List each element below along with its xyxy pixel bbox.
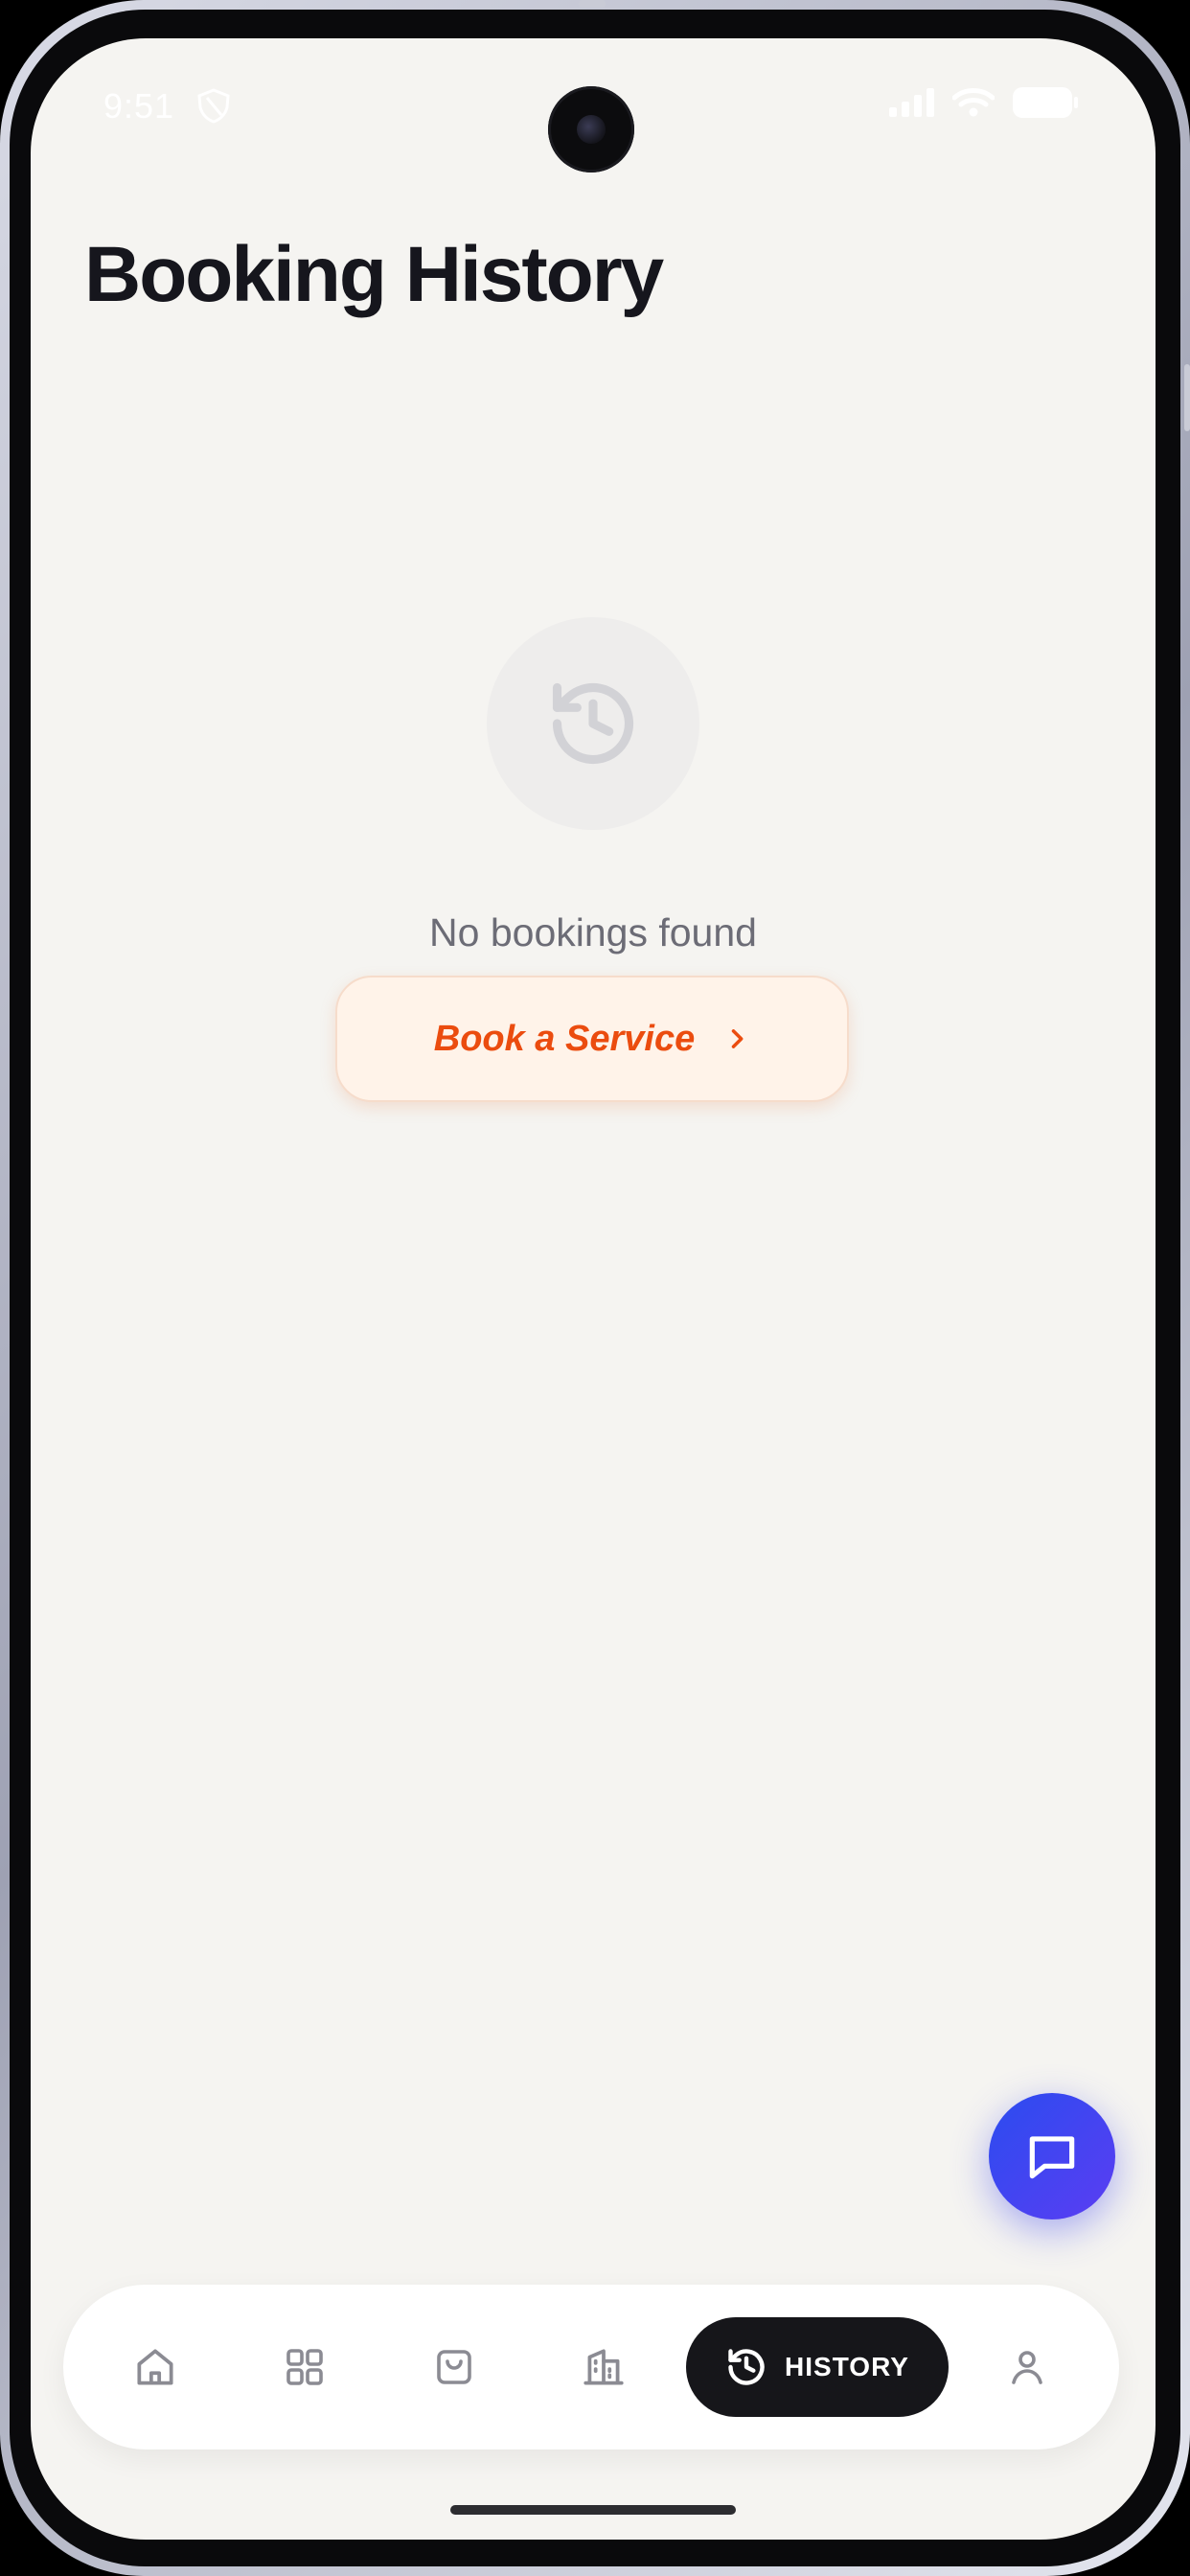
battery-icon: [1013, 87, 1078, 118]
history-icon: [728, 2349, 765, 2385]
building-icon: [584, 2349, 624, 2385]
front-camera: [548, 86, 634, 172]
bottom-nav: HISTORY: [63, 2285, 1119, 2450]
device-side-button: [579, 0, 606, 8]
nav-history-label: HISTORY: [785, 2352, 909, 2381]
book-service-button[interactable]: Book a Service: [335, 976, 849, 1102]
nav-item-history[interactable]: HISTORY: [686, 2317, 949, 2417]
nav-item-profile[interactable]: [983, 2323, 1071, 2411]
nav-item-home[interactable]: [111, 2323, 199, 2411]
location-icon: [197, 88, 230, 124]
grid-icon: [286, 2349, 323, 2385]
chevron-right-icon: [731, 1029, 744, 1048]
empty-state-illustration: [487, 617, 699, 830]
nav-item-categories[interactable]: [261, 2323, 349, 2411]
nav-item-companies[interactable]: [560, 2323, 648, 2411]
signal-icon: [889, 88, 934, 117]
home-icon: [137, 2349, 173, 2385]
nav-item-shop[interactable]: [410, 2323, 498, 2411]
status-time: 9:51: [103, 86, 175, 126]
user-icon: [1012, 2351, 1042, 2384]
wifi-icon: [952, 88, 995, 117]
app-screen: 9:51 Booking History No bookings found B…: [31, 38, 1156, 2540]
home-indicator: [450, 2505, 736, 2515]
history-icon: [552, 682, 634, 765]
book-service-label: Book a Service: [433, 1018, 696, 1059]
chat-button[interactable]: [989, 2093, 1115, 2220]
status-indicators: [889, 86, 1079, 119]
chat-icon: [1029, 2136, 1075, 2179]
device-side-button: [1184, 364, 1190, 431]
empty-state-message: No bookings found: [429, 910, 757, 954]
page-title: Booking History: [84, 231, 664, 318]
shopping-bag-icon: [437, 2350, 471, 2384]
